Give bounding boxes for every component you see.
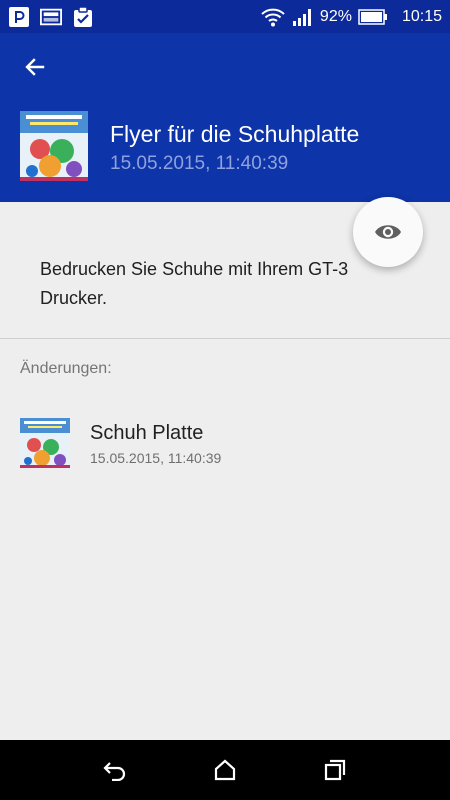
nav-recents-button[interactable] [315, 750, 355, 790]
change-list-item[interactable]: Schuh Platte 15.05.2015, 11:40:39 [0, 410, 450, 476]
back-nav-icon [103, 762, 126, 781]
change-thumbnail [20, 418, 70, 468]
status-bar: 92% 10:15 [0, 0, 450, 33]
wifi-icon [260, 6, 286, 28]
flyer-thumbnail [20, 111, 88, 181]
recents-icon [324, 759, 346, 781]
app-header: Flyer für die Schuhplatte 15.05.2015, 11… [0, 33, 450, 267]
battery-icon [358, 6, 388, 28]
changes-label: Änderungen: [20, 360, 112, 377]
eye-icon [375, 225, 401, 239]
page-title: Flyer für die Schuhplatte [110, 121, 360, 147]
signal-icon [292, 6, 314, 28]
nav-home-button[interactable] [205, 750, 245, 790]
system-nav-bar [0, 740, 450, 800]
home-icon [214, 759, 236, 781]
arrow-left-icon [25, 58, 45, 76]
clipboard-check-icon [72, 5, 94, 28]
change-title: Schuh Platte [90, 422, 204, 444]
nav-back-button[interactable] [95, 750, 135, 790]
change-timestamp: 15.05.2015, 11:40:39 [90, 450, 222, 466]
page-timestamp: 15.05.2015, 11:40:39 [110, 153, 289, 174]
divider [0, 338, 450, 339]
status-time: 10:15 [401, 7, 442, 25]
description-text: Bedrucken Sie Schuhe mit Ihrem GT-3 Druc… [40, 259, 349, 308]
app-notification-icon [8, 6, 30, 28]
image-notification-icon [40, 6, 62, 28]
back-button[interactable] [15, 51, 55, 83]
battery-percent: 92% [319, 7, 352, 25]
